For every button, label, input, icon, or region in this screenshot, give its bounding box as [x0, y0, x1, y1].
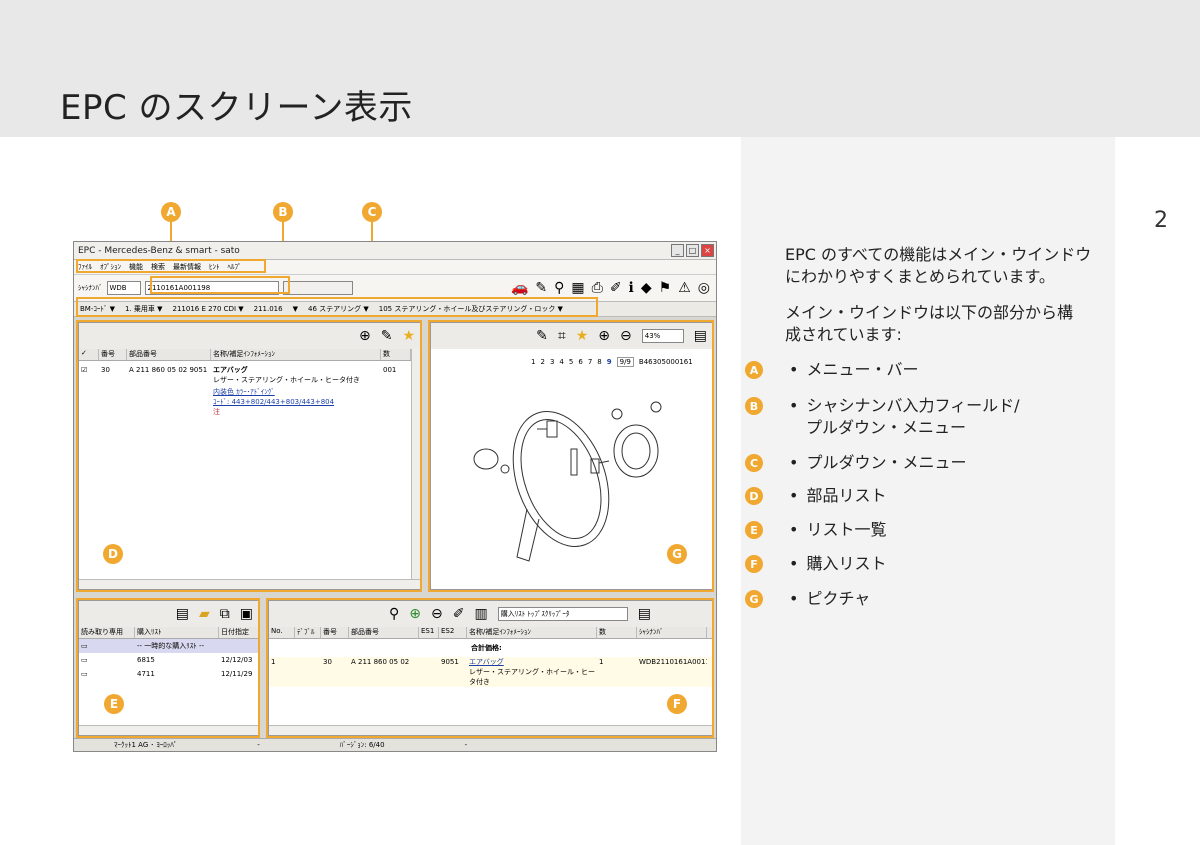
- legend-item-f: F 購入リスト: [745, 553, 886, 575]
- status-bar: ﾏｰｸｯﾄ1 AG ･ ﾖｰﾛｯﾊﾟ - ﾊﾞｰｼﾞｮﾝ: 6/40 -: [74, 738, 716, 751]
- legend-text-d: 部品リスト: [789, 485, 886, 507]
- eraser-icon[interactable]: ✐: [610, 280, 622, 296]
- status-sep-2: -: [464, 741, 468, 749]
- status-market: ﾏｰｸｯﾄ1 AG ･ ﾖｰﾛｯﾊﾟ: [114, 741, 178, 749]
- legend-item-c: C プルダウン・メニュー: [745, 452, 966, 474]
- marker-g: G: [667, 544, 687, 564]
- marker-b: B: [273, 202, 293, 222]
- slide-title: EPC のスクリーン表示: [60, 88, 413, 128]
- badge-e: E: [745, 521, 763, 539]
- legend-text-b: シャシナンバ入力フィールド/: [789, 395, 1019, 417]
- frame-e-lists: [76, 598, 260, 738]
- legend-item-e: E リスト一覧: [745, 519, 886, 541]
- badge-g: G: [745, 590, 763, 608]
- legend-text-g: ピクチャ: [789, 588, 870, 610]
- vin-prefix-select[interactable]: WDB: [106, 281, 141, 295]
- marker-f: F: [667, 694, 687, 714]
- slide-header: EPC のスクリーン表示: [0, 0, 1200, 137]
- legend-text-e: リスト一覧: [789, 519, 886, 541]
- badge-d: D: [745, 487, 763, 505]
- page-number: 2: [1154, 208, 1168, 233]
- badge-f: F: [745, 555, 763, 573]
- window-titlebar: EPC - Mercedes-Benz & smart - sato _ □ ×: [74, 242, 716, 260]
- close-button[interactable]: ×: [701, 244, 714, 257]
- vin-label: ｼｬｼﾅﾝﾊﾞ: [78, 284, 103, 292]
- legend-text-b2: プルダウン・メニュー: [806, 418, 967, 437]
- marker-a: A: [161, 202, 181, 222]
- frame-f-cart: [266, 598, 714, 738]
- marker-e: E: [104, 694, 124, 714]
- badge-b: B: [745, 397, 763, 415]
- legend-item-g: G ピクチャ: [745, 588, 870, 610]
- frame-d-parts-list: [76, 320, 422, 592]
- legend-item-d: D 部品リスト: [745, 485, 886, 507]
- marker-d: D: [103, 544, 123, 564]
- window-title: EPC - Mercedes-Benz & smart - sato: [78, 245, 240, 256]
- legend-text-a: メニュー・バー: [789, 359, 918, 381]
- tag-icon[interactable]: ◆: [641, 280, 652, 296]
- badge-c: C: [745, 454, 763, 472]
- badge-a: A: [745, 361, 763, 379]
- info-icon[interactable]: ℹ: [629, 280, 634, 296]
- legend-text-f: 購入リスト: [789, 553, 886, 575]
- marker-c: C: [362, 202, 382, 222]
- print-icon[interactable]: ⎙: [592, 280, 603, 296]
- intro-text-2: メイン・ウインドウは以下の部分から構成されています:: [785, 303, 1074, 344]
- calculator-icon[interactable]: ▦: [571, 280, 584, 296]
- filter-icon[interactable]: ⚲: [554, 280, 564, 296]
- signal-icon[interactable]: ⚑: [659, 280, 672, 296]
- legend-item-b: B シャシナンバ入力フィールド/: [745, 395, 1020, 417]
- warning-icon[interactable]: ⚠: [678, 280, 691, 296]
- frame-b-vin-input: [150, 276, 290, 294]
- legend-text-c: プルダウン・メニュー: [789, 452, 966, 474]
- minimize-button[interactable]: _: [671, 244, 684, 257]
- status-sep-1: -: [257, 741, 260, 749]
- edit-icon[interactable]: ✎: [535, 280, 547, 296]
- status-version: ﾊﾞｰｼﾞｮﾝ: 6/40: [339, 741, 385, 749]
- frame-c-pulldowns: [76, 297, 598, 317]
- maximize-button[interactable]: □: [686, 244, 699, 257]
- legend-item-a: A メニュー・バー: [745, 359, 918, 381]
- secondary-input[interactable]: [282, 281, 353, 295]
- car-icon[interactable]: 🚗: [511, 280, 528, 296]
- globe-icon[interactable]: ◎: [698, 280, 710, 296]
- frame-a-menu-bar: [76, 259, 266, 273]
- intro-text-1: EPC のすべての機能はメイン・ウインドウにわかりやすくまとめられています。: [785, 245, 1092, 286]
